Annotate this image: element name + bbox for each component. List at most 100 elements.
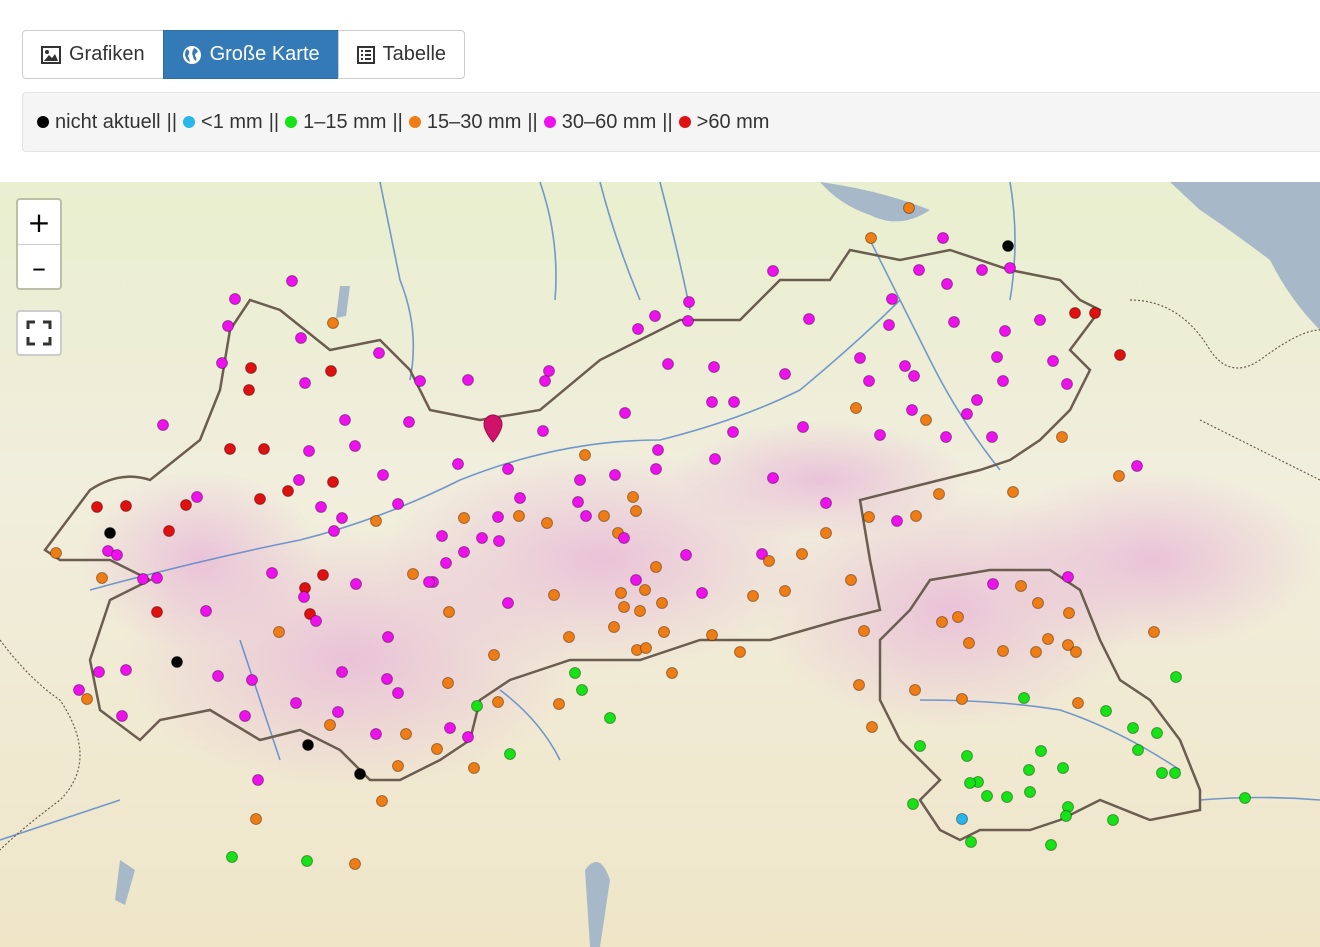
station-marker-30-60[interactable] bbox=[458, 546, 470, 558]
station-marker-15-30[interactable] bbox=[956, 693, 968, 705]
station-marker-1-15[interactable] bbox=[504, 748, 516, 760]
station-marker-30-60[interactable] bbox=[940, 431, 952, 443]
station-marker-30-60[interactable] bbox=[73, 684, 85, 696]
tab-grafiken[interactable]: Grafiken bbox=[22, 30, 164, 79]
station-marker-gt60[interactable] bbox=[120, 500, 132, 512]
station-marker-1-15[interactable] bbox=[301, 855, 313, 867]
station-marker-15-30[interactable] bbox=[634, 605, 646, 617]
station-marker-gt60[interactable] bbox=[91, 501, 103, 513]
station-marker-30-60[interactable] bbox=[874, 429, 886, 441]
station-marker-15-30[interactable] bbox=[779, 585, 791, 597]
station-marker-30-60[interactable] bbox=[151, 572, 163, 584]
station-marker-15-30[interactable] bbox=[658, 626, 670, 638]
station-marker-30-60[interactable] bbox=[116, 710, 128, 722]
station-marker-30-60[interactable] bbox=[580, 510, 592, 522]
station-marker-1-15[interactable] bbox=[1100, 705, 1112, 717]
station-marker-30-60[interactable] bbox=[216, 357, 228, 369]
station-marker-30-60[interactable] bbox=[350, 578, 362, 590]
station-marker-15-30[interactable] bbox=[747, 590, 759, 602]
station-marker-15-30[interactable] bbox=[273, 626, 285, 638]
station-marker-1-15[interactable] bbox=[1001, 791, 1013, 803]
station-marker-30-60[interactable] bbox=[937, 232, 949, 244]
station-marker-30-60[interactable] bbox=[212, 670, 224, 682]
station-marker-15-30[interactable] bbox=[488, 649, 500, 661]
station-marker-30-60[interactable] bbox=[1062, 571, 1074, 583]
station-marker-30-60[interactable] bbox=[246, 674, 258, 686]
station-marker-30-60[interactable] bbox=[572, 496, 584, 508]
station-marker-30-60[interactable] bbox=[543, 365, 555, 377]
station-marker-30-60[interactable] bbox=[986, 431, 998, 443]
station-marker-30-60[interactable] bbox=[229, 293, 241, 305]
station-marker-30-60[interactable] bbox=[370, 728, 382, 740]
station-marker-30-60[interactable] bbox=[680, 549, 692, 561]
station-marker-gt60[interactable] bbox=[1069, 307, 1081, 319]
station-marker-15-30[interactable] bbox=[853, 679, 865, 691]
station-marker-30-60[interactable] bbox=[886, 293, 898, 305]
station-marker-15-30[interactable] bbox=[615, 587, 627, 599]
station-marker-30-60[interactable] bbox=[377, 469, 389, 481]
station-marker-30-60[interactable] bbox=[609, 469, 621, 481]
station-marker-30-60[interactable] bbox=[779, 368, 791, 380]
station-marker-15-30[interactable] bbox=[442, 677, 454, 689]
station-marker-15-30[interactable] bbox=[431, 743, 443, 755]
station-marker-1-15[interactable] bbox=[569, 667, 581, 679]
station-marker-30-60[interactable] bbox=[191, 491, 203, 503]
station-marker-30-60[interactable] bbox=[696, 587, 708, 599]
station-marker-30-60[interactable] bbox=[899, 360, 911, 372]
station-marker-30-60[interactable] bbox=[462, 374, 474, 386]
station-marker-30-60[interactable] bbox=[492, 511, 504, 523]
station-marker-1-15[interactable] bbox=[961, 750, 973, 762]
station-marker-15-30[interactable] bbox=[866, 721, 878, 733]
station-marker-30-60[interactable] bbox=[502, 597, 514, 609]
station-marker-15-30[interactable] bbox=[936, 616, 948, 628]
station-marker-30-60[interactable] bbox=[290, 697, 302, 709]
station-marker-1-15[interactable] bbox=[907, 798, 919, 810]
station-marker-15-30[interactable] bbox=[903, 202, 915, 214]
station-marker-15-30[interactable] bbox=[920, 414, 932, 426]
station-marker-15-30[interactable] bbox=[376, 795, 388, 807]
station-marker-30-60[interactable] bbox=[436, 530, 448, 542]
station-marker-15-30[interactable] bbox=[650, 561, 662, 573]
station-marker-1-15[interactable] bbox=[965, 836, 977, 848]
station-marker-1-15[interactable] bbox=[1132, 744, 1144, 756]
station-marker-15-30[interactable] bbox=[513, 510, 525, 522]
station-marker-15-30[interactable] bbox=[933, 488, 945, 500]
station-marker-15-30[interactable] bbox=[963, 637, 975, 649]
station-marker-1-15[interactable] bbox=[1035, 745, 1047, 757]
station-marker-15-30[interactable] bbox=[370, 515, 382, 527]
station-marker-15-30[interactable] bbox=[443, 606, 455, 618]
tab-tabelle[interactable]: Tabelle bbox=[337, 30, 466, 79]
station-marker-15-30[interactable] bbox=[563, 631, 575, 643]
station-marker-gt60[interactable] bbox=[151, 606, 163, 618]
station-marker-30-60[interactable] bbox=[295, 332, 307, 344]
station-marker-15-30[interactable] bbox=[1063, 607, 1075, 619]
station-marker-30-60[interactable] bbox=[854, 352, 866, 364]
zoom-out-button[interactable]: – bbox=[18, 244, 60, 289]
station-marker-30-60[interactable] bbox=[1131, 460, 1143, 472]
station-marker-30-60[interactable] bbox=[650, 463, 662, 475]
station-marker-30-60[interactable] bbox=[349, 440, 361, 452]
station-marker-30-60[interactable] bbox=[708, 361, 720, 373]
station-marker-30-60[interactable] bbox=[632, 323, 644, 335]
station-marker-30-60[interactable] bbox=[299, 377, 311, 389]
station-marker-30-60[interactable] bbox=[683, 296, 695, 308]
station-marker-30-60[interactable] bbox=[537, 425, 549, 437]
station-marker-not-current[interactable] bbox=[104, 527, 116, 539]
station-marker-15-30[interactable] bbox=[820, 527, 832, 539]
map-view[interactable] bbox=[0, 182, 1320, 947]
station-marker-15-30[interactable] bbox=[250, 813, 262, 825]
station-marker-15-30[interactable] bbox=[618, 601, 630, 613]
station-marker-30-60[interactable] bbox=[157, 419, 169, 431]
station-marker-30-60[interactable] bbox=[961, 408, 973, 420]
station-marker-30-60[interactable] bbox=[315, 501, 327, 513]
station-marker-15-30[interactable] bbox=[627, 491, 639, 503]
station-marker-30-60[interactable] bbox=[444, 722, 456, 734]
station-marker-30-60[interactable] bbox=[493, 535, 505, 547]
station-marker-15-30[interactable] bbox=[630, 505, 642, 517]
station-marker-1-15[interactable] bbox=[964, 777, 976, 789]
station-marker-30-60[interactable] bbox=[767, 472, 779, 484]
station-marker-1-15[interactable] bbox=[1151, 727, 1163, 739]
station-marker-15-30[interactable] bbox=[327, 317, 339, 329]
station-marker-1-15[interactable] bbox=[1018, 692, 1030, 704]
station-marker-15-30[interactable] bbox=[952, 611, 964, 623]
